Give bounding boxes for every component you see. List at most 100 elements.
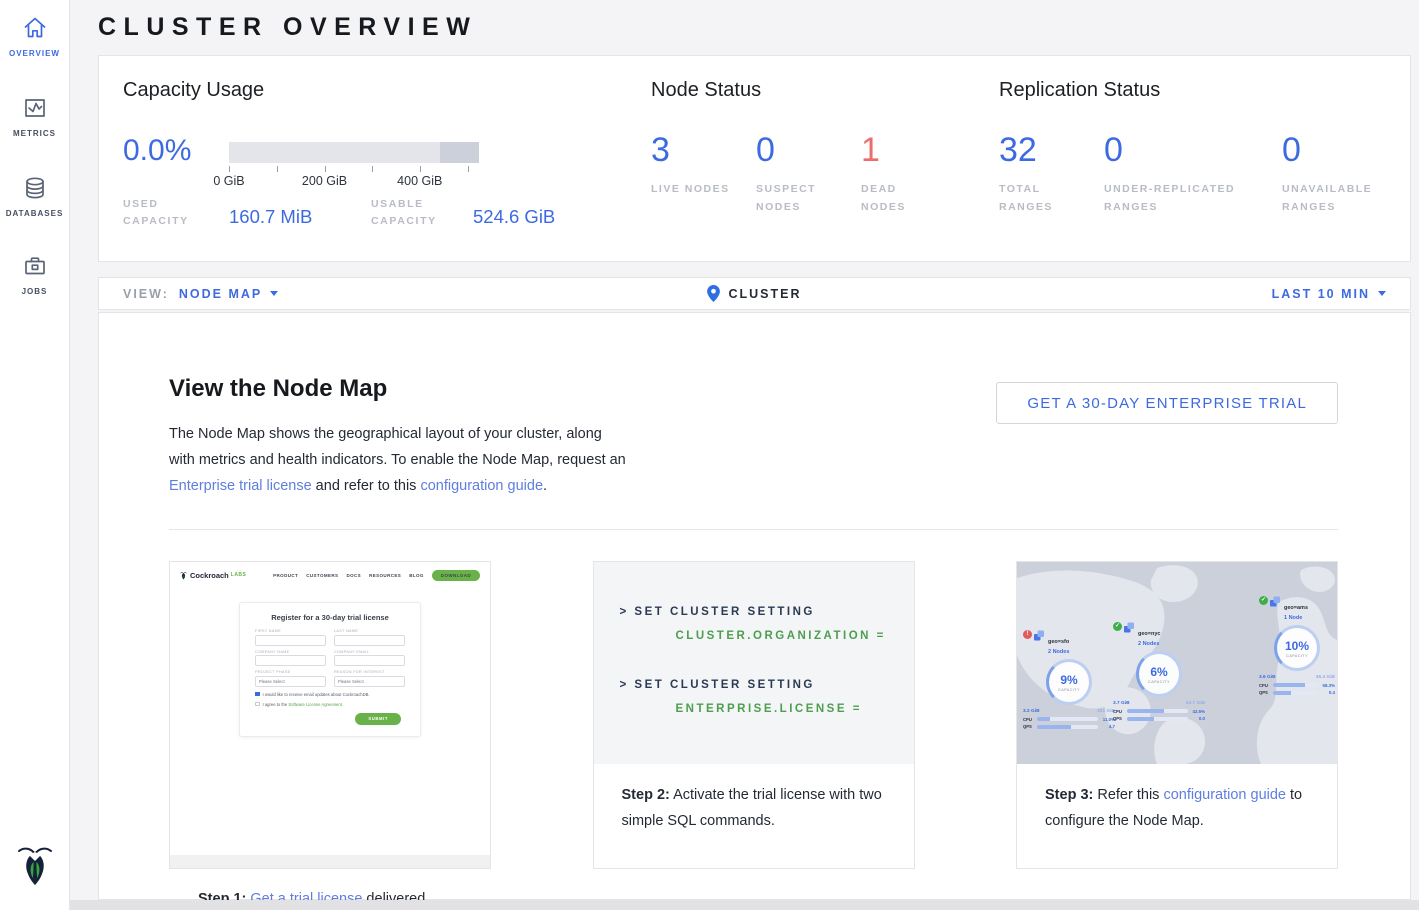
trial-registration-screenshot: Cockroach LABS PRODUCT CUSTOMERS DOCS RE… [170,562,490,868]
total-ranges-value: 32 [999,132,1081,168]
minisite-footer-strip [170,855,490,868]
used-capacity-label: USED CAPACITY [123,196,209,230]
minisite-field: COMPANY EMAIL [334,650,405,667]
minisite-field: LAST NAME [334,629,405,646]
under-replicated-ranges-stat: 0 UNDER-REPLICATED RANGES [1104,132,1282,216]
capacity-gauge-dark-segment [440,142,479,163]
gauge-tick-label: 400 GiB [397,174,442,188]
sidebar-item-label: DATABASES [0,209,69,218]
configuration-guide-link[interactable]: configuration guide [420,478,543,494]
checkbox-empty-icon [255,702,260,707]
sidebar-item-label: METRICS [0,129,69,138]
usable-capacity-label: USABLE CAPACITY [371,196,467,230]
step2-card: > SET CLUSTER SETTING CLUSTER.ORGANIZATI… [593,561,915,869]
suspect-nodes-value: 0 [756,132,838,168]
view-label: VIEW: [123,287,169,301]
sidebar-item-databases[interactable]: DATABASES [0,174,69,218]
step2-caption: Step 2: Activate the trial license with … [594,764,914,834]
step1-card: Cockroach LABS PRODUCT CUSTOMERS DOCS RE… [169,561,491,869]
live-badge-icon: ✓ [1113,622,1122,631]
sql-commands-illustration: > SET CLUSTER SETTING CLUSTER.ORGANIZATI… [594,562,914,764]
under-replicated-ranges-value: 0 [1104,132,1282,168]
minisite-field: FIRST NAME [255,629,326,646]
breadcrumb[interactable]: CLUSTER [707,285,801,302]
home-icon [21,14,49,42]
step3-caption: Step 3: Refer this configuration guide t… [1017,764,1337,834]
capacity-usage-title: Capacity Usage [123,79,264,102]
sidebar-item-jobs[interactable]: JOBS [0,252,69,296]
sidebar-item-label: OVERVIEW [0,49,69,58]
prompt-symbol: > [620,679,629,691]
minisite-brand-name: Cockroach [190,571,229,580]
unavailable-ranges-label: UNAVAILABLE RANGES [1282,180,1400,216]
node-map-panel: View the Node Map The Node Map shows the… [98,312,1411,900]
minisite-nav-item: RESOURCES [369,573,401,578]
minisite-registration-form: Register for a 30-day trial license FIRS… [239,602,421,737]
cockroachdb-logo [0,841,69,892]
steps-cards: Cockroach LABS PRODUCT CUSTOMERS DOCS RE… [169,561,1338,869]
time-range-dropdown[interactable]: LAST 10 MIN [1272,287,1386,301]
breadcrumb-cluster: CLUSTER [728,287,801,301]
minisite-field: REASON FOR INTERESTPlease Select [334,670,405,687]
minisite-brand-suffix: LABS [231,572,247,578]
sidebar-item-overview[interactable]: OVERVIEW [0,14,69,58]
configuration-guide-link[interactable]: configuration guide [1163,787,1286,803]
capacity-gauge [229,142,479,163]
sql-command: > SET CLUSTER SETTING CLUSTER.ORGANIZATI… [620,606,914,642]
minisite-nav: PRODUCT CUSTOMERS DOCS RESOURCES BLOG DO… [265,570,480,581]
view-bar: VIEW: NODE MAP CLUSTER LAST 10 MIN [98,277,1411,310]
license-agreement-link: Software License Agreement. [288,702,343,707]
live-nodes-label: LIVE NODES [651,180,733,198]
minisite-form-title: Register for a 30-day trial license [255,613,405,622]
sidebar-item-metrics[interactable]: METRICS [0,94,69,138]
cluster-summary-panel: Capacity Usage Node Status Replication S… [98,55,1411,262]
live-nodes-value: 3 [651,132,733,168]
page-title: CLUSTER OVERVIEW [98,13,477,42]
step3-card: ! geo=sfo2 Nodes 9% CAPACITY 3.2 GiB331 … [1016,561,1338,869]
gauge-tick-label: 0 GiB [213,174,244,188]
description-text: The Node Map shows the geographical layo… [169,426,626,468]
view-dropdown-value: NODE MAP [179,287,262,301]
minisite-nav-item: DOCS [346,573,361,578]
live-badge-icon: ✓ [1259,596,1268,605]
node-map-description: The Node Map shows the geographical layo… [169,421,627,499]
sidebar: OVERVIEW METRICS DATABASES [0,0,70,910]
dead-nodes-label: DEAD NODES [861,180,943,216]
minisite-submit-button: SUBMIT [355,713,401,725]
minisite-header: Cockroach LABS PRODUCT CUSTOMERS DOCS RE… [170,562,490,588]
unavailable-ranges-value: 0 [1282,132,1400,168]
live-nodes-stat: 3 LIVE NODES [651,132,733,198]
capacity-gauge-ticks [229,166,479,173]
database-icon [21,174,49,202]
replication-status-title: Replication Status [999,79,1160,102]
nodes-cube-icon [1270,596,1281,607]
sidebar-item-label: JOBS [0,287,69,296]
under-replicated-ranges-label: UNDER-REPLICATED RANGES [1104,180,1282,216]
chevron-down-icon [1378,291,1386,296]
description-text: and refer to this [312,478,421,494]
minisite-field: COMPANY NAME [255,650,326,667]
view-dropdown[interactable]: NODE MAP [179,287,278,301]
enterprise-trial-button[interactable]: GET A 30-DAY ENTERPRISE TRIAL [996,382,1338,424]
minisite-nav-item: BLOG [409,573,424,578]
checkbox-checked-icon [255,692,260,697]
capacity-percent: 0.0% [123,134,191,168]
nodes-cube-icon [1034,630,1045,641]
step2-label: Step 2: [622,787,670,803]
dead-nodes-value: 1 [861,132,943,168]
capacity-ring: 9% CAPACITY [1046,659,1092,705]
node-map-preview: ! geo=sfo2 Nodes 9% CAPACITY 3.2 GiB331 … [1017,562,1337,764]
prompt-symbol: > [620,606,629,618]
map-node-nyc: ✓ geo=nyc2 Nodes 6% CAPACITY 3.7 GiB43.7… [1113,622,1205,721]
enterprise-trial-license-link[interactable]: Enterprise trial license [169,478,312,494]
minisite-optin-checkbox: I would like to receive email updates ab… [255,692,405,697]
map-node-sfo: ! geo=sfo2 Nodes 9% CAPACITY 3.2 GiB331 … [1023,630,1115,729]
minisite-download-button: DOWNLOAD [432,570,480,581]
total-ranges-label: TOTAL RANGES [999,180,1081,216]
view-selector-group: VIEW: NODE MAP [123,287,707,301]
cockroach-bug-icon [180,571,187,580]
suspect-nodes-label: SUSPECT NODES [756,180,838,216]
minisite-field: PROJECT PHASEPlease Select [255,670,326,687]
metrics-icon [21,94,49,122]
time-range-value: LAST 10 MIN [1272,287,1370,301]
